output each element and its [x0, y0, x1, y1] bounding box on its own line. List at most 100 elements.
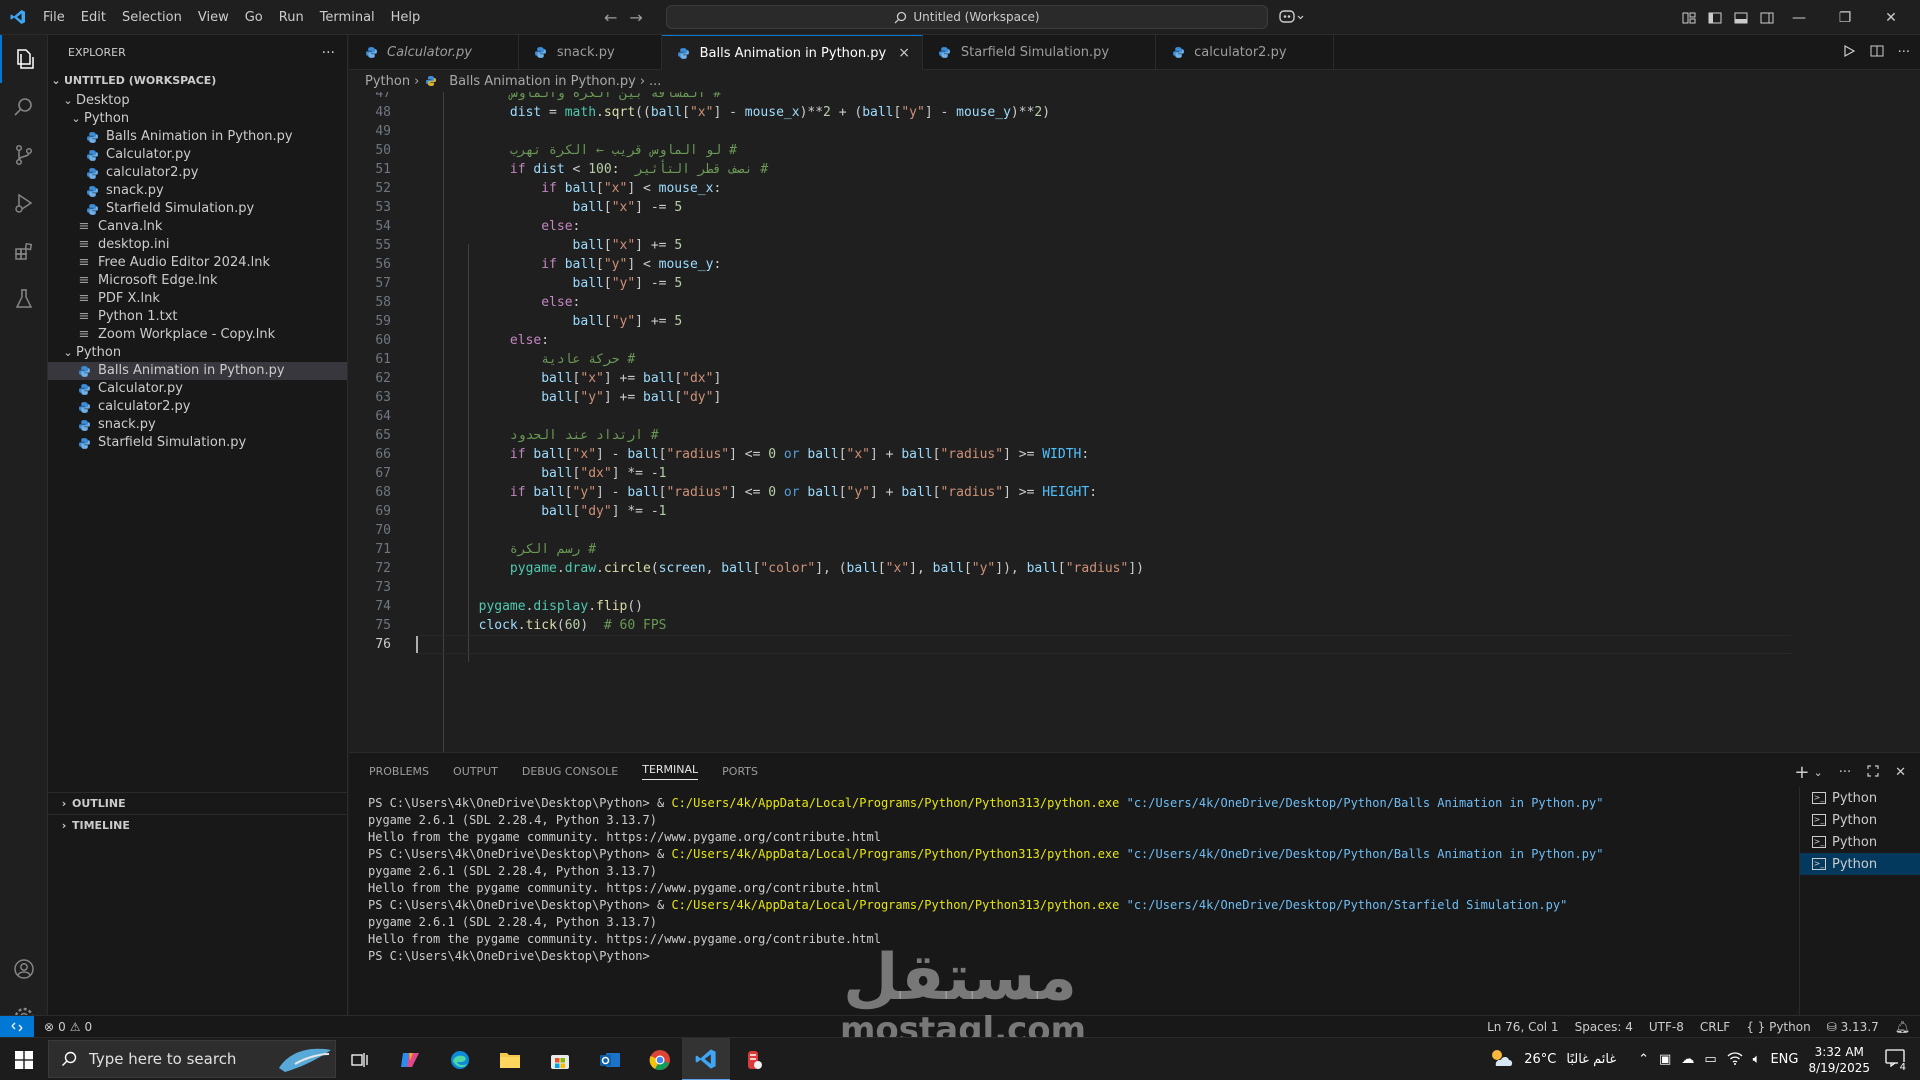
tree-file[interactable]: Calculator.py	[48, 380, 347, 398]
tree-file[interactable]: Calculator.py	[48, 146, 347, 164]
panel-tab-ports[interactable]: PORTS	[722, 765, 758, 778]
explorer-files-icon[interactable]	[0, 35, 48, 83]
encoding[interactable]: UTF-8	[1649, 1020, 1684, 1034]
code-editor[interactable]: 47 # المسافة بين الكرة والماوس 48 dist = …	[349, 92, 1920, 752]
tree-file[interactable]: ≡ Canva.lnk	[48, 218, 347, 236]
tree-file[interactable]: ≡ Microsoft Edge.lnk	[48, 272, 347, 290]
forward-arrow-icon[interactable]: →	[629, 8, 642, 27]
command-center-search[interactable]: Untitled (Workspace)	[666, 5, 1268, 29]
more-actions-icon[interactable]: ···	[1898, 45, 1910, 60]
code-line[interactable]: 53 ball["x"] -= 5	[349, 198, 1769, 217]
workspace-folder[interactable]: ⌄ UNTITLED (WORKSPACE)	[48, 70, 347, 92]
back-arrow-icon[interactable]: ←	[604, 8, 617, 27]
code-line[interactable]: 58 else:	[349, 293, 1769, 312]
code-line[interactable]: 48 dist = math.sqrt((ball["x"] - mouse_x…	[349, 103, 1769, 122]
tab-snack-py[interactable]: snack.py	[519, 35, 662, 70]
weather-temp[interactable]: 26°C	[1524, 1052, 1556, 1067]
vscode-taskbar-icon[interactable]	[682, 1038, 730, 1080]
cursor-position[interactable]: Ln 76, Col 1	[1487, 1020, 1559, 1034]
chevron-up-icon[interactable]: ⌃	[1638, 1052, 1649, 1067]
tree-file[interactable]: snack.py	[48, 182, 347, 200]
code-line[interactable]: 57 ball["y"] -= 5	[349, 274, 1769, 293]
notifications-bell-icon[interactable]: 🔔︎	[1895, 1020, 1910, 1034]
copilot-icon[interactable]	[1278, 8, 1304, 30]
code-line[interactable]: 67 ball["dx"] *= -1	[349, 464, 1769, 483]
code-line[interactable]: 66 if ball["x"] - ball["radius"] <= 0 or…	[349, 445, 1769, 464]
terminal-instance[interactable]: >_ Python	[1800, 831, 1920, 853]
code-line[interactable]: 68 if ball["y"] - ball["radius"] <= 0 or…	[349, 483, 1769, 502]
code-line[interactable]: 76	[349, 635, 1791, 654]
tree-file[interactable]: ≡ PDF X.lnk	[48, 290, 347, 308]
restore-icon[interactable]: ❐	[1822, 0, 1868, 35]
terminal-instance[interactable]: >_ Python	[1800, 853, 1920, 875]
outlook-icon[interactable]	[586, 1038, 634, 1080]
panel-tab-problems[interactable]: PROBLEMS	[369, 765, 429, 778]
toggle-panel-icon[interactable]	[1732, 9, 1750, 27]
wifi-icon[interactable]	[1727, 1051, 1743, 1069]
language-mode[interactable]: { } Python	[1746, 1020, 1811, 1034]
code-line[interactable]: 55 ball["x"] += 5	[349, 236, 1769, 255]
chevron-down-icon[interactable]: ⌄	[1813, 766, 1822, 779]
breadcrumb-file[interactable]: Balls Animation in Python.py	[449, 74, 636, 89]
tab-balls-animation-in-python-py[interactable]: Balls Animation in Python.py ×	[661, 35, 923, 70]
menu-run[interactable]: Run	[271, 0, 312, 35]
weather-cloud-icon[interactable]	[1488, 1048, 1514, 1072]
line-ending[interactable]: CRLF	[1700, 1020, 1730, 1034]
toggle-secondary-sidebar-icon[interactable]	[1758, 9, 1776, 27]
menu-help[interactable]: Help	[383, 0, 429, 35]
code-line[interactable]: 59 ball["y"] += 5	[349, 312, 1769, 331]
volume-icon[interactable]: 🔈︎	[1753, 1052, 1761, 1067]
tree-file[interactable]: ≡ desktop.ini	[48, 236, 347, 254]
menu-edit[interactable]: Edit	[73, 0, 114, 35]
panel-tab-terminal[interactable]: TERMINAL	[642, 763, 699, 780]
timeline-section[interactable]: › TIMELINE	[48, 814, 347, 836]
code-line[interactable]: 73	[349, 578, 1769, 597]
code-line[interactable]: 49	[349, 122, 1769, 141]
code-line[interactable]: 52 if ball["x"] < mouse_x:	[349, 179, 1769, 198]
code-line[interactable]: 72 pygame.draw.circle(screen, ball["colo…	[349, 559, 1769, 578]
remote-icon[interactable]	[0, 1015, 34, 1038]
code-line[interactable]: 50 # لو الماوس قريب ← الكرة تهرب	[349, 141, 1769, 160]
panel-tab-output[interactable]: OUTPUT	[453, 765, 498, 778]
close-window-icon[interactable]: ✕	[1868, 0, 1914, 35]
code-line[interactable]: 51 if dist < 100: # نصف قطر التأثير	[349, 160, 1769, 179]
code-line[interactable]: 70	[349, 521, 1769, 540]
close-tab-icon[interactable]: ×	[898, 45, 910, 61]
terminal-instance[interactable]: >_ Python	[1800, 809, 1920, 831]
taskbar-search-box[interactable]: Type here to search	[48, 1040, 336, 1078]
breadcrumb-symbol[interactable]: ...	[649, 74, 661, 89]
maximize-panel-icon[interactable]	[1867, 764, 1879, 781]
menu-view[interactable]: View	[190, 0, 237, 35]
code-line[interactable]: 65 # ارتداد عند الحدود	[349, 426, 1769, 445]
battery-icon[interactable]: ▭	[1704, 1052, 1716, 1067]
code-line[interactable]: 61 # حركة عادية	[349, 350, 1769, 369]
code-line[interactable]: 54 else:	[349, 217, 1769, 236]
explorer-more-icon[interactable]: ···	[322, 45, 335, 61]
code-line[interactable]: 60 else:	[349, 331, 1769, 350]
tree-file[interactable]: Starfield Simulation.py	[48, 200, 347, 218]
code-line[interactable]: 69 ball["dy"] *= -1	[349, 502, 1769, 521]
outline-section[interactable]: › OUTLINE	[48, 792, 347, 814]
microsoft-store-icon[interactable]	[536, 1038, 584, 1080]
chrome-browser-icon[interactable]	[636, 1038, 684, 1080]
notification-center-icon[interactable]: 4	[1880, 1048, 1910, 1073]
edge-browser-icon[interactable]	[436, 1038, 484, 1080]
tree-file[interactable]: snack.py	[48, 416, 347, 434]
terminal-instance[interactable]: >_ Python	[1800, 787, 1920, 809]
tree-file[interactable]: ≡ Free Audio Editor 2024.lnk	[48, 254, 347, 272]
new-terminal-icon[interactable]: +	[1794, 762, 1809, 783]
copilot-app-icon[interactable]	[386, 1038, 434, 1080]
python-interpreter[interactable]: ⛁ 3.13.7	[1827, 1020, 1879, 1034]
toggle-sidebar-icon[interactable]	[1706, 9, 1724, 27]
language-indicator[interactable]: ENG	[1770, 1052, 1798, 1067]
tab-starfield-simulation-py[interactable]: Starfield Simulation.py	[923, 35, 1157, 70]
code-line[interactable]: 62 ball["x"] += ball["dx"]	[349, 369, 1769, 388]
breadcrumb-folder[interactable]: Python	[365, 74, 410, 89]
python-idle-icon[interactable]	[730, 1038, 778, 1080]
tab-calculator-py[interactable]: Calculator.py	[349, 35, 519, 70]
tree-file[interactable]: calculator2.py	[48, 398, 347, 416]
tree-file[interactable]: Starfield Simulation.py	[48, 434, 347, 452]
run-python-icon[interactable]	[1842, 44, 1856, 62]
run-debug-icon[interactable]	[0, 179, 48, 227]
tree-file[interactable]: ≡ Python 1.txt	[48, 308, 347, 326]
